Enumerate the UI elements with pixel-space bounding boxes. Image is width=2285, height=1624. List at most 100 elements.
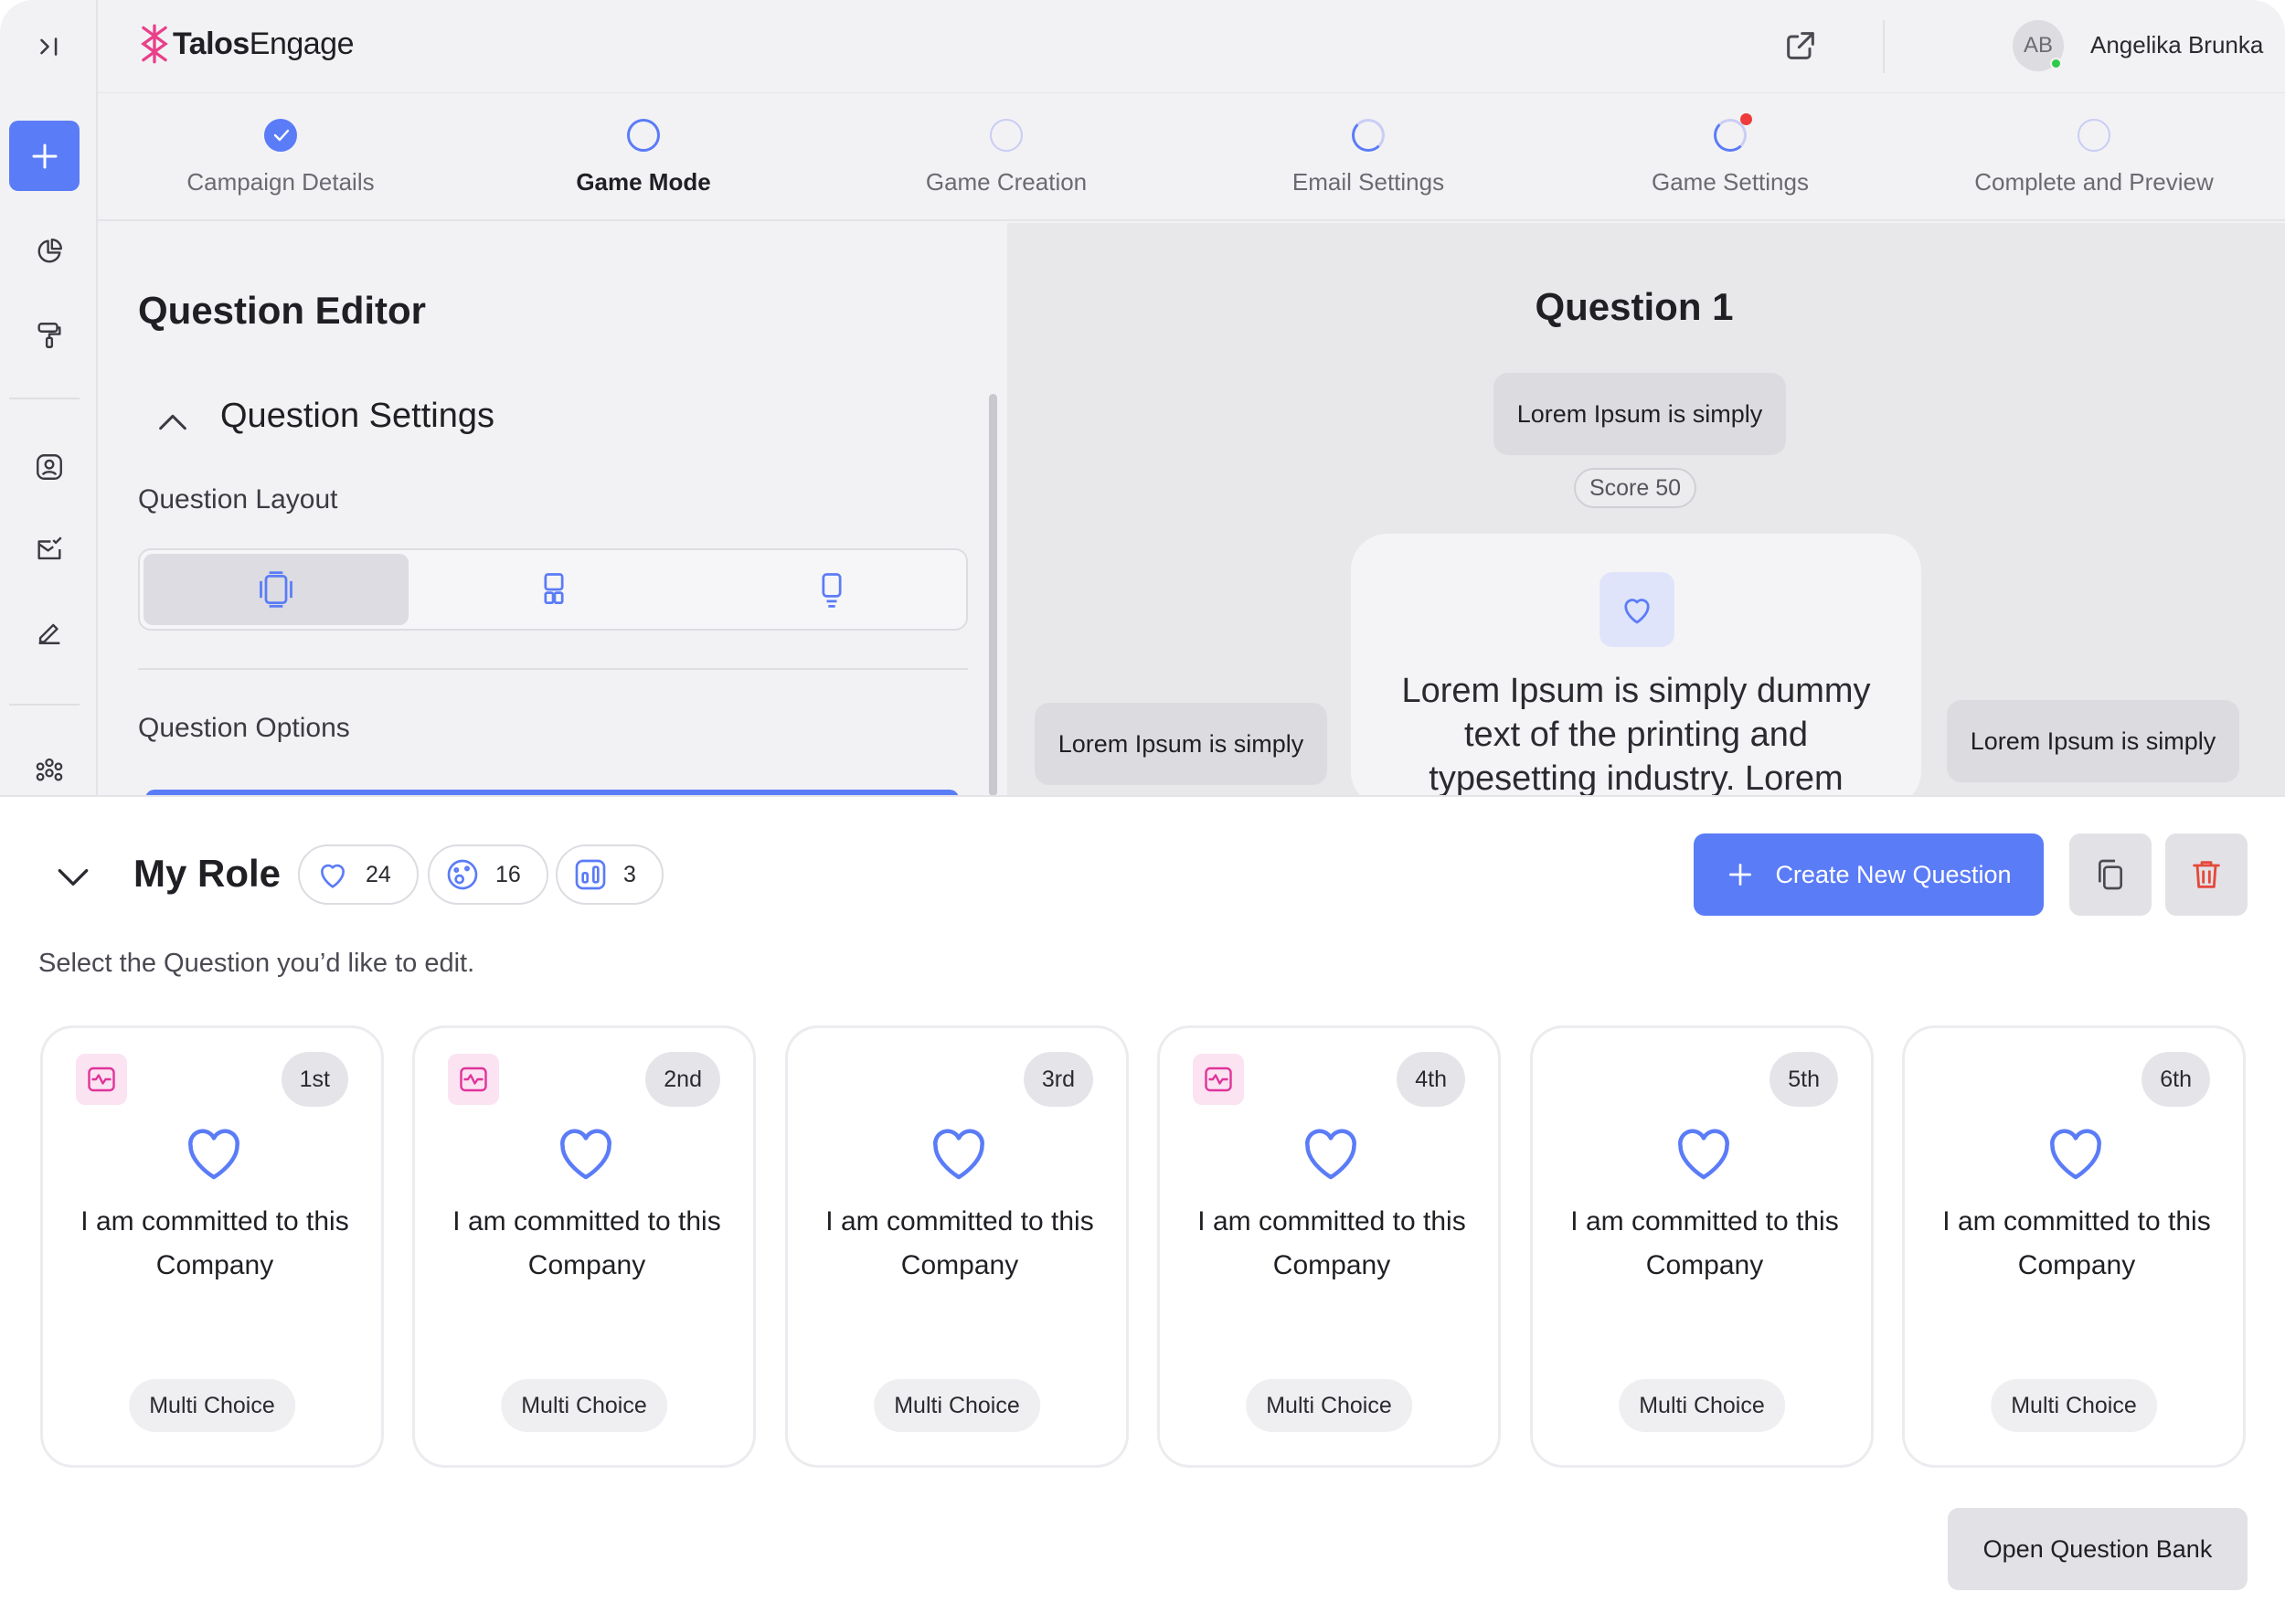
question-type-badge: Multi Choice	[1246, 1379, 1412, 1432]
user-profile-icon[interactable]	[25, 442, 74, 492]
step-partial-indicator	[1352, 119, 1385, 152]
preview-answer-left: Lorem Ipsum is simply	[1035, 703, 1327, 785]
question-card[interactable]: 5th I am committed to this Company Multi C…	[1530, 1025, 1874, 1468]
mail-check-icon[interactable]	[25, 525, 74, 574]
question-card[interactable]: 3rd I am committed to this Company Multi C…	[785, 1025, 1129, 1468]
step-game-mode[interactable]: Game Mode	[479, 119, 808, 196]
plus-icon	[32, 143, 57, 168]
step-label: Game Mode	[576, 168, 711, 196]
question-rank-badge: 6th	[2142, 1052, 2210, 1107]
palette-icon	[447, 859, 478, 890]
step-email-settings[interactable]: Email Settings	[1204, 119, 1533, 196]
step-partial-indicator	[1714, 113, 1752, 152]
step-complete-and-preview[interactable]: Complete and Preview	[1929, 119, 2258, 196]
plus-icon	[1729, 864, 1752, 886]
question-rank-badge: 4th	[1397, 1052, 1465, 1107]
copy-icon	[2099, 859, 2122, 890]
app-window: TalosEngage AB Angelika Brunka Campaign …	[0, 0, 2285, 1624]
pie-chart-icon[interactable]	[25, 227, 74, 276]
question-type-badge: Multi Choice	[501, 1379, 667, 1432]
preview-answer-right: Lorem Ipsum is simply	[1947, 700, 2239, 782]
heart-icon	[2043, 1120, 2109, 1182]
step-complete-indicator	[264, 119, 297, 152]
trash-icon	[2193, 861, 2220, 888]
user-name[interactable]: Angelika Brunka	[2090, 31, 2263, 59]
brand-name-light: Engage	[249, 26, 355, 61]
question-text: I am committed to this Company	[825, 1206, 1094, 1280]
step-campaign-details[interactable]: Campaign Details	[116, 119, 445, 196]
brand-name-bold: Talos	[173, 26, 250, 61]
activity-icon	[1193, 1054, 1244, 1105]
sidebar	[0, 0, 98, 795]
question-type-badge: Multi Choice	[1991, 1379, 2157, 1432]
layout-option-full[interactable]	[143, 554, 409, 625]
question-card[interactable]: 4th I am committed to this Company Multi C…	[1157, 1025, 1501, 1468]
header-divider	[1883, 20, 1885, 73]
editor-scrollbar[interactable]	[989, 394, 997, 796]
step-label: Game Settings	[1652, 168, 1809, 196]
question-rank-badge: 1st	[281, 1052, 348, 1107]
question-rank-badge: 2nd	[645, 1052, 720, 1107]
external-link-icon[interactable]	[1782, 27, 1819, 64]
section-divider	[138, 668, 968, 670]
heart-icon	[181, 1120, 247, 1182]
avatar-initials: AB	[2023, 33, 2053, 58]
question-list-panel: My Role 24 16 3 Create New Question Sele…	[0, 795, 2285, 1624]
question-type-badge: Multi Choice	[874, 1379, 1040, 1432]
question-text: I am committed to this Company	[452, 1206, 721, 1280]
question-card[interactable]: 2nd I am committed to this Company Multi C…	[412, 1025, 756, 1468]
preview-answer-top: Lorem Ipsum is simply	[1493, 373, 1786, 455]
question-editor-panel: Question Editor Question Settings Questi…	[98, 223, 1007, 799]
create-new-question-button[interactable]: Create New Question	[1694, 833, 2044, 916]
chevron-up-icon[interactable]	[154, 404, 191, 440]
layout-option-grid[interactable]	[421, 554, 686, 625]
stat-value: 24	[366, 861, 391, 887]
editor-title: Question Editor	[138, 289, 426, 332]
question-settings-header[interactable]: Question Settings	[220, 397, 494, 436]
heart-icon	[926, 1120, 992, 1182]
heart-icon	[1298, 1120, 1364, 1182]
question-preview-panel: Question 1 Lorem Ipsum is simply Score 5…	[1007, 223, 2285, 808]
alert-dot	[1740, 113, 1752, 125]
open-question-bank-button[interactable]: Open Question Bank	[1948, 1508, 2248, 1590]
step-game-creation[interactable]: Game Creation	[842, 119, 1171, 196]
collapse-sidebar-icon[interactable]	[25, 22, 74, 71]
question-rank-badge: 3rd	[1023, 1052, 1093, 1107]
heart-icon	[553, 1120, 619, 1182]
paint-roller-icon[interactable]	[25, 311, 74, 360]
question-options-label: Question Options	[138, 713, 350, 743]
add-campaign-button[interactable]	[9, 121, 80, 191]
step-label: Complete and Preview	[1974, 168, 2214, 196]
duplicate-question-button[interactable]	[2069, 833, 2152, 916]
heart-icon	[321, 864, 345, 888]
step-game-settings[interactable]: Game Settings	[1566, 113, 1895, 196]
question-card[interactable]: 1st I am committed to this Company Multi C…	[40, 1025, 384, 1468]
layout-single-icon	[822, 573, 842, 608]
pen-icon[interactable]	[25, 607, 74, 656]
brand-name: TalosEngage	[173, 26, 355, 62]
question-text: I am committed to this Company	[1942, 1206, 2211, 1280]
step-label: Campaign Details	[186, 168, 375, 196]
step-label: Email Settings	[1291, 168, 1445, 196]
question-layout-label: Question Layout	[138, 484, 338, 515]
layout-option-single[interactable]	[699, 554, 964, 625]
question-text: I am committed to this Company	[1197, 1206, 1466, 1280]
delete-question-button[interactable]	[2165, 833, 2248, 916]
avatar[interactable]: AB	[2013, 20, 2064, 71]
stat-value: 3	[623, 861, 636, 887]
layout-selector	[138, 548, 968, 631]
question-card[interactable]: 6th I am committed to this Company Multi C…	[1902, 1025, 2246, 1468]
layout-grid-icon	[544, 573, 564, 605]
top-header: TalosEngage AB Angelika Brunka	[98, 0, 2285, 93]
activity-icon	[448, 1054, 499, 1105]
brand-logo[interactable]: TalosEngage	[138, 24, 355, 64]
stat-charts: 3	[556, 844, 664, 905]
question-text: I am committed to this Company	[80, 1206, 349, 1280]
bar-chart-icon	[575, 859, 606, 890]
chevron-down-icon[interactable]	[53, 857, 93, 897]
step-active-indicator	[627, 119, 660, 152]
step-label: Game Creation	[925, 168, 1088, 196]
select-question-hint: Select the Question you’d like to edit.	[38, 949, 475, 978]
group-icon[interactable]	[25, 746, 74, 795]
sidebar-divider	[9, 398, 80, 399]
